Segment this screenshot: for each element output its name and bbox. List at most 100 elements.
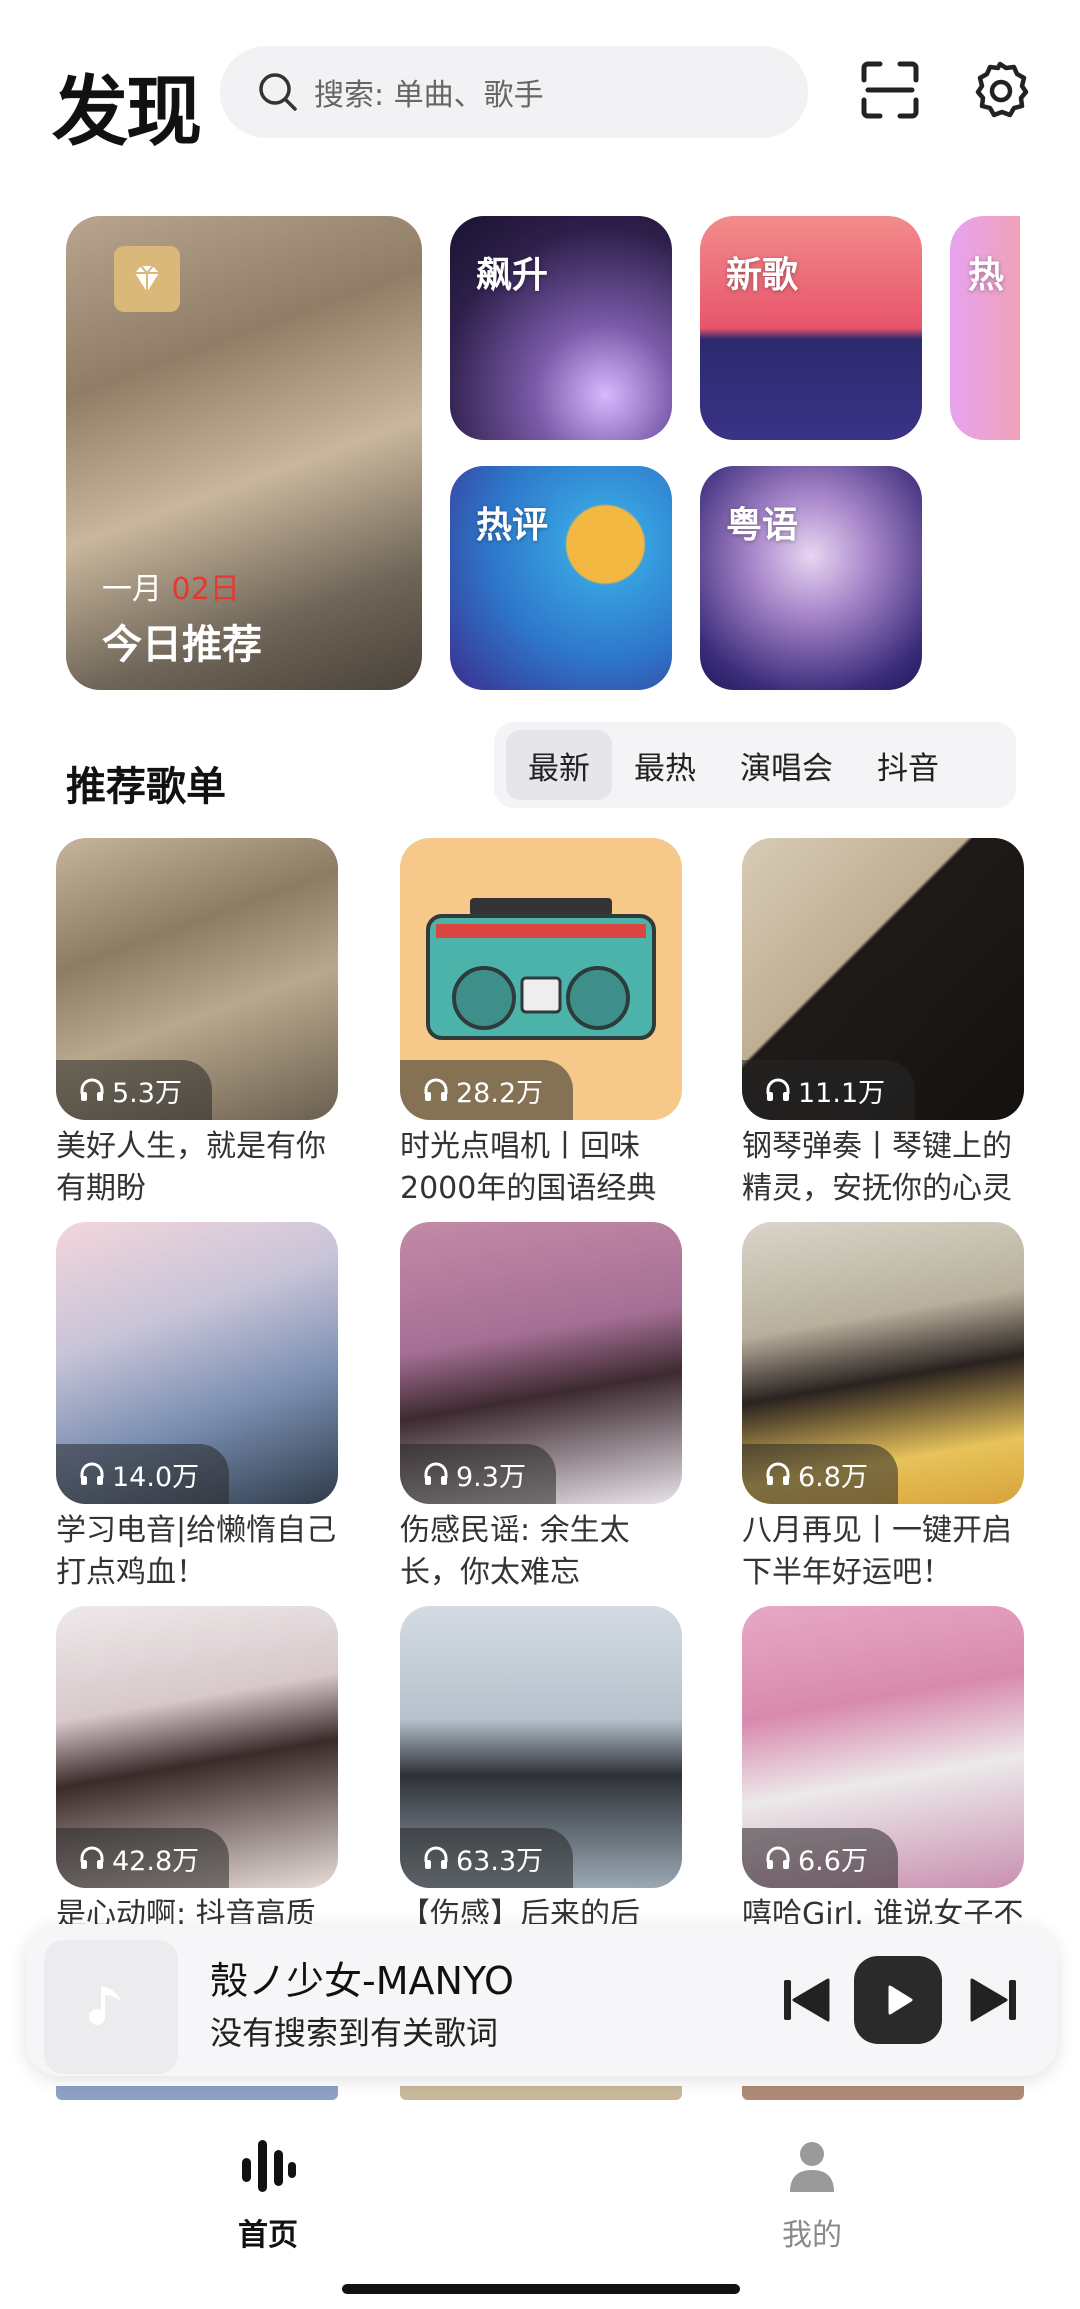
playlist-tabs: 最新 最热 演唱会 抖音	[494, 722, 1016, 808]
play-count: 6.6万	[742, 1828, 898, 1888]
play-count-value: 9.3万	[456, 1461, 526, 1493]
hot-tile[interactable]: 热	[950, 216, 1020, 440]
play-count-value: 5.3万	[112, 1077, 182, 1109]
playlist-cover: 11.1万	[742, 838, 1024, 1120]
album-art	[44, 1940, 178, 2074]
next-button[interactable]	[954, 1960, 1034, 2040]
play-count-value: 42.8万	[112, 1845, 200, 1877]
tab-latest[interactable]: 最新	[506, 730, 612, 800]
play-count-value: 6.8万	[798, 1461, 868, 1493]
play-count-value: 63.3万	[456, 1845, 544, 1877]
play-count: 63.3万	[400, 1828, 574, 1888]
lyrics-status: 没有搜索到有关歌词	[210, 2014, 499, 2052]
headphones-icon	[424, 1462, 448, 1485]
tile-label: 热评	[476, 505, 549, 546]
playlist-title: 伤感民谣: 余生太长，你太难忘	[400, 1513, 630, 1590]
bottom-nav: 首页 我的	[0, 2110, 1080, 2309]
tile-label: 飙升	[476, 255, 549, 296]
play-count-value: 11.1万	[798, 1077, 886, 1109]
header: 发现 搜索: 单曲、歌手	[0, 0, 1080, 190]
playlist-card[interactable]: 5.3万 美好人生，就是有你有期盼	[56, 838, 338, 1210]
skip-forward-icon	[970, 1978, 1016, 2022]
nav-me[interactable]: 我的	[712, 2136, 912, 2254]
playlist-title: 八月再见丨一键开启下半年好运吧！	[742, 1513, 1012, 1590]
tab-douyin[interactable]: 抖音	[855, 730, 961, 800]
daily-title: 今日推荐	[102, 622, 262, 668]
playlist-card[interactable]: 42.8万 是心动啊: 抖音高质	[56, 1606, 338, 1928]
tab-concert[interactable]: 演唱会	[718, 730, 855, 800]
playlist-cover: 14.0万	[56, 1222, 338, 1504]
nav-home[interactable]: 首页	[168, 2136, 368, 2254]
playlist-cover: 63.3万	[400, 1606, 682, 1888]
playlist-card[interactable]: 9.3万 伤感民谣: 余生太长，你太难忘	[400, 1222, 682, 1594]
equalizer-icon	[242, 2140, 296, 2192]
play-count: 42.8万	[56, 1828, 230, 1888]
playlist-card[interactable]: 11.1万 钢琴弹奏丨琴键上的精灵，安抚你的心灵	[742, 838, 1024, 1210]
hot-review-tile[interactable]: 热评	[450, 466, 672, 690]
headphones-icon	[766, 1462, 790, 1485]
play-count-value: 28.2万	[456, 1077, 544, 1109]
headphones-icon	[424, 1846, 448, 1869]
playlist-title: 时光点唱机丨回味2000年的国语经典	[400, 1129, 657, 1206]
daily-month: 一月	[102, 572, 162, 607]
play-count: 11.1万	[742, 1060, 916, 1120]
diamond-icon	[114, 246, 180, 312]
play-button[interactable]	[854, 1956, 942, 2044]
scan-icon[interactable]	[858, 58, 922, 122]
search-icon	[259, 73, 297, 111]
playlist-title: 美好人生，就是有你有期盼	[56, 1129, 326, 1206]
tile-label: 粤语	[726, 505, 799, 546]
playlist-cover: 42.8万	[56, 1606, 338, 1888]
daily-day: 02日	[171, 572, 240, 607]
play-count-value: 14.0万	[112, 1461, 200, 1493]
playlist-card[interactable]: 6.6万 嘻哈Girl. 谁说女子不	[742, 1606, 1024, 1928]
playlist-card[interactable]: 14.0万 学习电音|给懒惰自己打点鸡血！	[56, 1222, 338, 1594]
playlist-cover: 9.3万	[400, 1222, 682, 1504]
home-indicator[interactable]	[342, 2284, 740, 2294]
playlist-cover: 6.6万	[742, 1606, 1024, 1888]
next-row-cover	[400, 2086, 682, 2100]
search-input[interactable]: 搜索: 单曲、歌手	[220, 46, 808, 138]
gear-icon[interactable]	[968, 58, 1032, 122]
playlist-card[interactable]: 63.3万 【伤感】后来的后	[400, 1606, 682, 1928]
tab-hottest[interactable]: 最热	[612, 730, 718, 800]
daily-recommend-tile[interactable]: 一月 02日 今日推荐	[66, 216, 422, 690]
playlist-card[interactable]: 6.8万 八月再见丨一键开启下半年好运吧！	[742, 1222, 1024, 1594]
playlist-cover: 5.3万	[56, 838, 338, 1120]
cantonese-tile[interactable]: 粤语	[700, 466, 922, 690]
playlist-title: 学习电音|给懒惰自己打点鸡血！	[56, 1513, 337, 1590]
mini-player[interactable]: 殼ノ少女-MANYO 没有搜索到有关歌词	[26, 1924, 1058, 2076]
nav-me-label: 我的	[782, 2218, 842, 2253]
section-title: 推荐歌单	[66, 764, 226, 810]
play-count: 14.0万	[56, 1444, 230, 1504]
play-count: 9.3万	[400, 1444, 556, 1504]
playlist-title: 钢琴弹奏丨琴键上的精灵，安抚你的心灵	[742, 1129, 1012, 1206]
playlist-title: 嘻哈Girl. 谁说女子不	[742, 1897, 1024, 1928]
rising-chart-tile[interactable]: 飙升	[450, 216, 672, 440]
headphones-icon	[80, 1846, 104, 1869]
track-title: 殼ノ少女-MANYO	[210, 1959, 514, 2003]
tile-label: 新歌	[726, 255, 799, 296]
next-row-cover	[742, 2086, 1024, 2100]
playlist-title: 【伤感】后来的后	[400, 1897, 640, 1928]
playlist-card[interactable]: 28.2万 时光点唱机丨回味2000年的国语经典	[400, 838, 682, 1210]
category-tiles: 一月 02日 今日推荐 飙升 新歌 热 热评 粤语	[0, 216, 1080, 696]
playlist-cover: 6.8万	[742, 1222, 1024, 1504]
play-count: 5.3万	[56, 1060, 212, 1120]
skip-back-icon	[784, 1978, 830, 2022]
headphones-icon	[424, 1078, 448, 1101]
headphones-icon	[766, 1078, 790, 1101]
music-note-icon	[89, 1987, 121, 2025]
daily-date: 一月 02日	[102, 564, 240, 608]
new-songs-tile[interactable]: 新歌	[700, 216, 922, 440]
previous-button[interactable]	[766, 1960, 846, 2040]
search-placeholder: 搜索: 单曲、歌手	[314, 78, 544, 113]
headphones-icon	[80, 1462, 104, 1485]
user-icon	[790, 2142, 834, 2192]
play-icon	[888, 1985, 913, 2015]
headphones-icon	[80, 1078, 104, 1101]
playlist-cover: 28.2万	[400, 838, 682, 1120]
play-count: 28.2万	[400, 1060, 574, 1120]
nav-home-label: 首页	[238, 2218, 298, 2253]
headphones-icon	[766, 1846, 790, 1869]
